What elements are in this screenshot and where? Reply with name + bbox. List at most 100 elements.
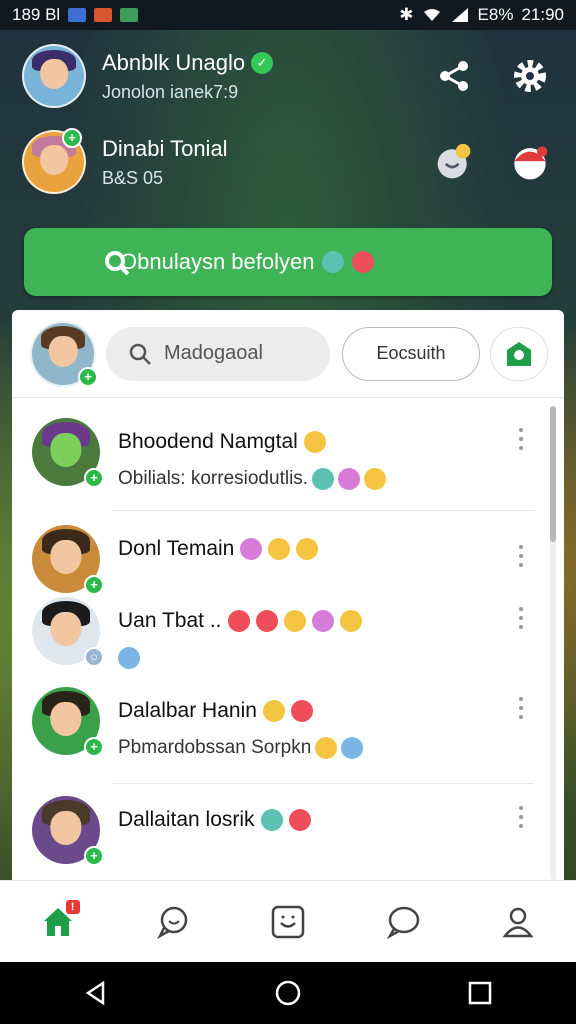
emoji-icon	[338, 468, 361, 490]
chat-name: Donl Temain	[118, 537, 235, 560]
filter-label: Eocsuith	[376, 343, 446, 363]
tab-messages[interactable]	[373, 892, 433, 952]
notification-icon[interactable]	[510, 142, 550, 182]
account-subtitle: B&S 05	[102, 167, 164, 188]
online-badge: +	[84, 468, 104, 488]
chat-bubble-icon[interactable]	[434, 142, 474, 182]
avatar: +	[32, 796, 104, 866]
verified-icon: ✓	[251, 51, 274, 74]
emoji-icon	[303, 431, 326, 453]
tab-chat[interactable]	[143, 892, 203, 952]
emoji-icon	[315, 737, 338, 759]
online-badge: +	[62, 128, 82, 148]
bottom-tab-bar: !	[0, 880, 576, 962]
emoji-icon	[352, 251, 375, 273]
emoji-icon	[118, 647, 140, 669]
emoji-icon	[364, 468, 387, 490]
scrollbar[interactable]	[550, 406, 556, 880]
tab-home[interactable]: !	[28, 892, 88, 952]
emoji-icon	[262, 700, 285, 722]
emoji-icon	[296, 538, 319, 560]
more-options-icon[interactable]	[518, 545, 524, 567]
app-notification-icon	[120, 8, 139, 22]
emoji-icon	[312, 468, 335, 490]
online-badge: +	[84, 737, 104, 757]
chat-name: Dalalbar Hanin	[118, 699, 257, 722]
emoji-icon	[341, 737, 364, 759]
settings-gear-icon[interactable]	[510, 56, 550, 96]
avatar: +	[32, 687, 104, 757]
recents-icon[interactable]	[467, 980, 493, 1006]
emoji-icon	[283, 610, 306, 632]
system-nav-bar	[0, 962, 576, 1024]
account-name: Dinabi Tonial	[102, 135, 228, 161]
app-notification-icon	[94, 8, 113, 22]
status-bar: 189 Bl ✱ E8% 21:90	[0, 0, 576, 30]
emoji-icon	[290, 700, 313, 722]
add-contact-button[interactable]	[490, 326, 548, 381]
avatar: +	[32, 418, 104, 488]
share-icon[interactable]	[434, 56, 474, 96]
signal-icon	[451, 8, 468, 22]
account-row[interactable]: Abnblk Unaglo ✓ Jonolon ianek7:9	[22, 40, 554, 112]
add-group-icon	[507, 341, 531, 366]
search-input[interactable]: Madogaoal	[106, 326, 330, 381]
banner-label: Obnulaysn befolyen	[120, 249, 315, 274]
find-friends-button[interactable]: Obnulaysn befolyen	[24, 228, 552, 296]
avatar: ○	[32, 597, 104, 667]
more-options-icon[interactable]	[518, 607, 524, 629]
clock-text: 21:90	[521, 5, 564, 24]
my-avatar[interactable]: +	[30, 320, 98, 387]
wifi-icon	[423, 9, 440, 21]
more-options-icon[interactable]	[518, 806, 524, 828]
emoji-icon	[322, 251, 345, 273]
search-icon	[129, 343, 151, 365]
emoji-icon	[288, 809, 311, 831]
scrollbar-thumb[interactable]	[550, 406, 556, 542]
tab-profile[interactable]	[488, 892, 548, 952]
online-badge: +	[84, 846, 104, 866]
chat-name: Uan Tbat ..	[118, 609, 222, 632]
message-icon	[386, 906, 420, 939]
more-options-icon[interactable]	[518, 428, 524, 450]
more-options-icon[interactable]	[518, 697, 524, 719]
filter-button[interactable]: Eocsuith	[342, 326, 480, 381]
smiley-icon	[271, 905, 305, 938]
chat-list-item[interactable]: + Dallaitan losrik	[12, 784, 564, 870]
online-badge: +	[78, 366, 98, 387]
emoji-icon	[260, 809, 283, 831]
app-notification-icon	[68, 8, 87, 22]
chat-name: Dallaitan losrik	[118, 808, 255, 831]
account-row[interactable]: + Dinabi Tonial B&S 05	[22, 126, 554, 198]
emoji-icon	[268, 538, 291, 560]
tab-stickers[interactable]	[258, 892, 318, 952]
emoji-icon	[311, 610, 334, 632]
status-left-text: 189 Bl	[12, 5, 61, 24]
status-badge: ○	[84, 647, 104, 667]
chat-message: Obilials: korresiodutlis.	[118, 468, 309, 489]
notification-badge: !	[65, 899, 80, 914]
chat-list-item[interactable]: + Donl Temain	[12, 511, 564, 595]
chat-list-item[interactable]: ○ Uan Tbat ..	[12, 587, 564, 681]
emoji-icon	[227, 610, 250, 632]
profile-icon	[502, 907, 534, 937]
chat-list-item[interactable]: + Dalalbar Hanin Pbmardobssan Sorpkn	[12, 681, 564, 783]
account-name: Abnblk Unaglo	[102, 49, 246, 75]
avatar[interactable]	[22, 44, 86, 108]
back-icon[interactable]	[83, 980, 109, 1006]
home-nav-icon[interactable]	[274, 979, 302, 1007]
chat-panel: + Madogaoal Eocsuith + Bhoodend Namgtal	[12, 310, 564, 882]
search-label: Madogaoal	[164, 342, 263, 364]
emoji-icon	[255, 610, 278, 632]
avatar: +	[32, 525, 104, 595]
chat-name: Bhoodend Namgtal	[118, 430, 298, 453]
chat-icon	[156, 906, 188, 939]
account-subtitle: Jonolon ianek7:9	[102, 81, 239, 102]
chat-list-item[interactable]: + Bhoodend Namgtal Obilials: korresiodut…	[12, 398, 564, 510]
emoji-icon	[339, 610, 362, 632]
search-icon	[105, 251, 130, 276]
avatar[interactable]: +	[22, 128, 86, 194]
emoji-icon	[240, 538, 263, 560]
battery-text: E8%	[477, 5, 514, 24]
bluetooth-icon: ✱	[399, 5, 414, 24]
